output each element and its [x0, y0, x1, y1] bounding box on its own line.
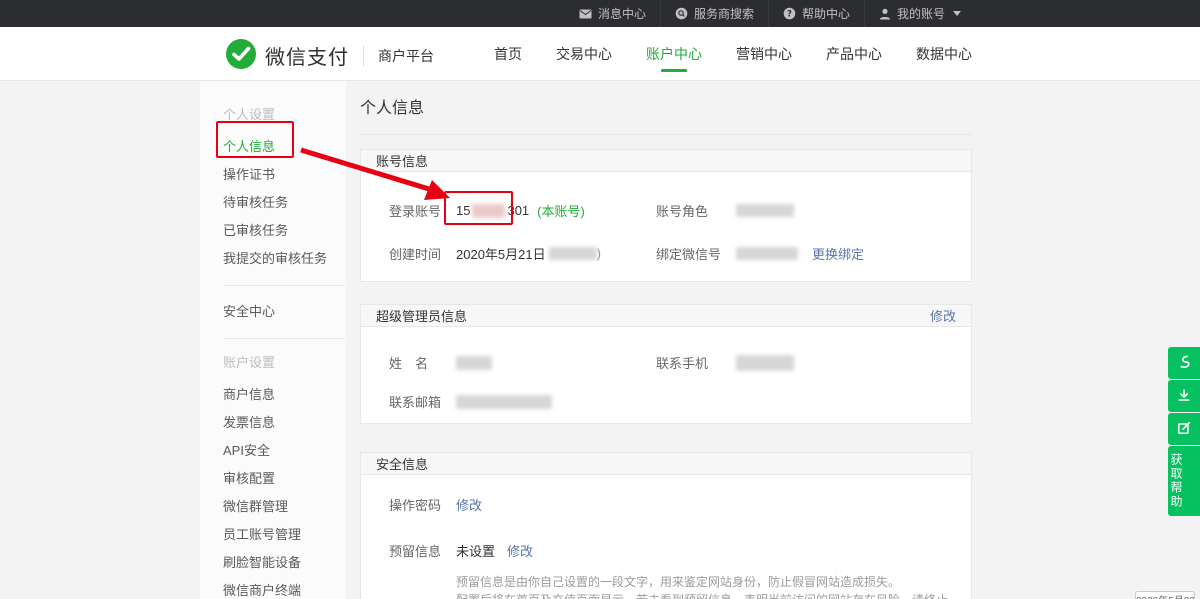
get-help-button[interactable]: 获取帮助: [1168, 446, 1200, 516]
nav-item-marketing-center[interactable]: 营销中心: [736, 27, 792, 81]
sidebar-item-pending-review-tasks[interactable]: 待审核任务: [223, 189, 346, 217]
sidebar-divider: [223, 285, 345, 286]
title-divider: [360, 134, 972, 135]
user-icon: [879, 8, 891, 20]
account-card-title: 账号信息: [376, 151, 428, 170]
created-time-label: 创建时间: [389, 244, 456, 263]
download-icon: [1176, 387, 1192, 406]
security-info-card: 安全信息 操作密码 修改 预留信息 未设置 修改 预留信息是由你自己设置的一段文…: [360, 452, 972, 599]
change-binding-link[interactable]: 更换绑定: [812, 244, 864, 263]
envelope-icon: [579, 9, 592, 19]
contact-email-label: 联系邮箱: [389, 392, 456, 411]
sidebar-item-operation-certificate[interactable]: 操作证书: [223, 161, 346, 189]
date-tooltip: 2020年5月22日: [1135, 591, 1195, 599]
topbar: 消息中心 服务商搜索 ? 帮助中心 我的账号: [0, 0, 1200, 27]
sidebar-item-review-config[interactable]: 审核配置: [223, 465, 346, 493]
sidebar-item-merchant-info[interactable]: 商户信息: [223, 381, 346, 409]
account-role-label: 账号角色: [656, 201, 736, 220]
redacted-account-role: [736, 204, 794, 217]
contact-phone-label: 联系手机: [656, 353, 736, 372]
nav-item-home[interactable]: 首页: [494, 27, 522, 81]
sidebar-item-api-security[interactable]: API安全: [223, 437, 346, 465]
header: 微信支付 商户平台 首页 交易中心 账户中心 营销中心 产品中心 数据中心: [0, 27, 1200, 81]
download-button[interactable]: [1168, 380, 1200, 412]
reserved-modify-link[interactable]: 修改: [507, 541, 533, 560]
nav-item-data-center[interactable]: 数据中心: [916, 27, 972, 81]
reserved-info-description: 预留信息是由你自己设置的一段文字，用来鉴定网站身份，防止假冒网站造成损失。 配置…: [456, 573, 956, 599]
security-card-title: 安全信息: [376, 454, 428, 473]
sidebar-item-merchant-terminal[interactable]: 微信商户终端: [223, 577, 346, 599]
topbar-item-provider-search[interactable]: 服务商搜索: [660, 0, 768, 27]
feedback-button[interactable]: [1168, 413, 1200, 445]
brand[interactable]: 微信支付 商户平台: [225, 38, 434, 73]
redacted-admin-name: [456, 356, 492, 370]
admin-card-header: 超级管理员信息 修改: [361, 305, 971, 327]
reserved-info-value: 未设置: [456, 541, 495, 560]
question-circle-icon: ?: [783, 7, 796, 20]
redacted-created-detail: [549, 247, 597, 260]
active-nav-underline: [661, 69, 687, 72]
topbar-item-label: 我的账号: [897, 5, 945, 22]
nav-item-product-center[interactable]: 产品中心: [826, 27, 882, 81]
current-account-note: (本账号): [537, 201, 585, 220]
brand-divider: [363, 46, 364, 66]
floating-help-widget: 获取帮助: [1168, 347, 1200, 516]
nav-item-account-center[interactable]: 账户中心: [646, 27, 702, 81]
sidebar-item-personal-info[interactable]: 个人信息: [223, 133, 346, 161]
main-content: 个人信息 账号信息 登录账号 15 301 (本账号) 账号角色: [360, 81, 972, 599]
account-info-card: 账号信息 登录账号 15 301 (本账号) 账号角色: [360, 149, 972, 282]
sidebar-item-invoice-info[interactable]: 发票信息: [223, 409, 346, 437]
service-icon: [1176, 354, 1192, 373]
login-account-value: 15 301 (本账号): [456, 201, 585, 220]
redacted-wechat-id: [736, 247, 798, 260]
nav-item-transaction-center[interactable]: 交易中心: [556, 27, 612, 81]
sidebar-item-security-center[interactable]: 安全中心: [223, 298, 346, 326]
admin-modify-link[interactable]: 修改: [930, 306, 956, 325]
redacted-login-middle: [472, 204, 505, 218]
search-circle-icon: [675, 7, 688, 20]
topbar-item-help-center[interactable]: ? 帮助中心: [768, 0, 864, 27]
topbar-item-messages[interactable]: 消息中心: [565, 0, 660, 27]
svg-text:?: ?: [787, 9, 792, 19]
sidebar-item-staff-accounts[interactable]: 员工账号管理: [223, 521, 346, 549]
service-button[interactable]: [1168, 347, 1200, 379]
sidebar-item-face-devices[interactable]: 刷脸智能设备: [223, 549, 346, 577]
topbar-item-label: 帮助中心: [802, 5, 850, 22]
sidebar-group-title-account: 账户设置: [223, 351, 346, 375]
operation-password-label: 操作密码: [389, 495, 456, 514]
admin-info-card: 超级管理员信息 修改 姓 名 联系手机 联系邮箱: [360, 304, 972, 424]
sidebar-group-title-personal: 个人设置: [223, 103, 346, 127]
account-card-header: 账号信息: [361, 150, 971, 172]
security-card-header: 安全信息: [361, 453, 971, 475]
topbar-menu: 消息中心 服务商搜索 ? 帮助中心 我的账号: [565, 0, 975, 27]
admin-name-label: 姓 名: [389, 353, 456, 372]
reserved-info-label: 预留信息: [389, 541, 456, 560]
main-nav: 首页 交易中心 账户中心 营销中心 产品中心 数据中心: [494, 27, 972, 81]
sidebar: 个人设置 个人信息 操作证书 待审核任务 已审核任务 我提交的审核任务 安全中心…: [200, 81, 346, 599]
brand-name: 微信支付: [265, 41, 349, 70]
sidebar-item-my-submitted-tasks[interactable]: 我提交的审核任务: [223, 245, 346, 273]
redacted-contact-phone: [736, 355, 794, 371]
chevron-down-icon: [953, 11, 961, 16]
created-time-value: 2020年5月21日 ): [456, 244, 601, 263]
topbar-item-label: 消息中心: [598, 5, 646, 22]
topbar-item-label: 服务商搜索: [694, 5, 754, 22]
compose-icon: [1176, 420, 1192, 439]
brand-sub-name: 商户平台: [378, 46, 434, 66]
wechat-pay-logo-icon: [225, 38, 257, 73]
page-title: 个人信息: [360, 94, 972, 118]
sidebar-divider: [223, 338, 345, 339]
login-account-label: 登录账号: [389, 201, 456, 220]
sidebar-item-reviewed-tasks[interactable]: 已审核任务: [223, 217, 346, 245]
redacted-contact-email: [456, 395, 552, 409]
bound-wechat-label: 绑定微信号: [656, 244, 736, 263]
password-modify-link[interactable]: 修改: [456, 495, 482, 514]
admin-card-title: 超级管理员信息: [376, 306, 467, 325]
sidebar-item-wechat-group[interactable]: 微信群管理: [223, 493, 346, 521]
topbar-item-my-account[interactable]: 我的账号: [864, 0, 975, 27]
